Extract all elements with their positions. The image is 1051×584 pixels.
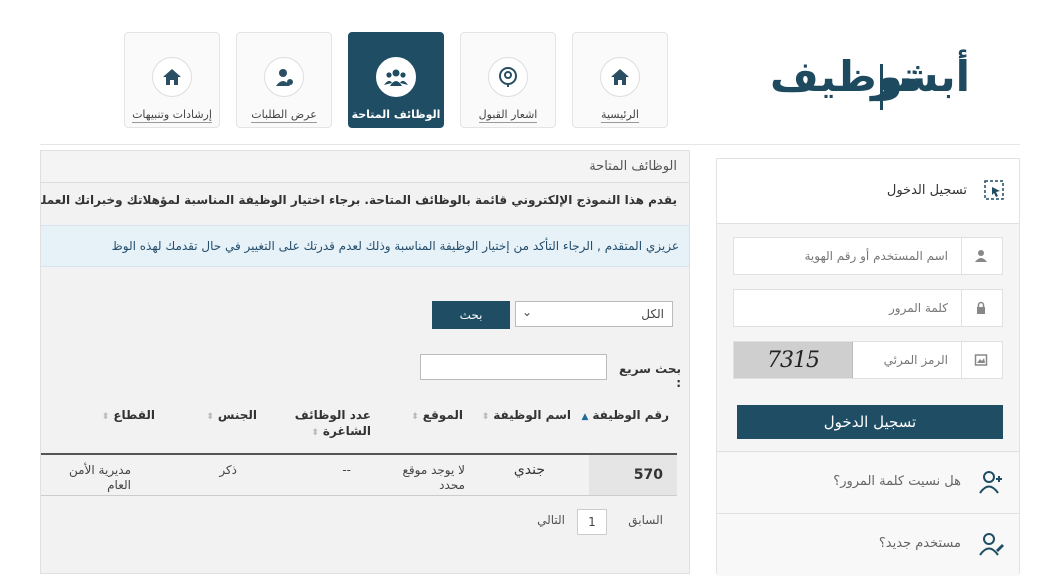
- password-field[interactable]: كلمة المرور: [733, 289, 1003, 327]
- col-job-name[interactable]: اسم الوظيفة⬍: [482, 407, 571, 425]
- password-placeholder: كلمة المرور: [888, 301, 948, 315]
- nav-home[interactable]: الرئيسية: [572, 32, 668, 128]
- nav-available-jobs[interactable]: الوظائف المتاحة: [348, 32, 444, 128]
- field-separator: [961, 342, 962, 378]
- nav-available-jobs-label: الوظائف المتاحة: [351, 108, 441, 121]
- table-row[interactable]: 570 جندي لا يوجد موقع محدد -- ذكر مديرية…: [41, 455, 677, 496]
- jobs-panel: الوظائف المتاحة يقدم هذا النموذج الإلكتر…: [40, 150, 690, 574]
- cell-job-name: جندي: [513, 462, 545, 478]
- category-filter-select[interactable]: الكل ⌄: [515, 301, 673, 327]
- pagination: السابق 1 التالي: [41, 503, 677, 543]
- notice-icon: [488, 57, 528, 97]
- cell-location: لا يوجد موقع محدد: [402, 463, 465, 492]
- login-header: تسجيل الدخول: [717, 159, 1019, 224]
- lock-icon: [977, 301, 985, 314]
- nav-view-requests-label: عرض الطلبات: [251, 108, 317, 123]
- sort-icon: ⬍: [411, 412, 419, 422]
- captcha-image: 7315: [734, 342, 853, 378]
- pager-page-1[interactable]: 1: [577, 509, 607, 535]
- forgot-password-label: هل نسيت كلمة المرور؟: [833, 474, 961, 489]
- sort-icon: ⬍: [206, 412, 214, 422]
- nav-guidance-label: إرشادات وتنبيهات: [132, 108, 212, 123]
- jobs-notice: عزيزي المتقدم , الرجاء التأكد من إختيار …: [41, 225, 689, 267]
- jobs-panel-title: الوظائف المتاحة: [41, 151, 689, 183]
- captcha-placeholder: الرمز المرئي: [883, 353, 948, 367]
- cell-vacancies: --: [342, 463, 351, 477]
- cell-gender: ذكر: [219, 463, 237, 477]
- login-button[interactable]: تسجيل الدخول: [737, 405, 1003, 439]
- quick-search-label: بحث سريع :: [618, 362, 681, 390]
- user-edit-icon: [979, 533, 1004, 556]
- col-job-number[interactable]: رقم الوظيفة▲: [581, 407, 669, 425]
- nav-guidance[interactable]: إرشادات وتنبيهات: [124, 32, 220, 128]
- search-button[interactable]: بحث: [432, 301, 510, 329]
- header: أبشر توظيف الرئيسية اشعار القبول الوظائف…: [40, 18, 1020, 145]
- jobs-intro-text: يقدم هذا النموذج الإلكتروني قائمة بالوظا…: [40, 193, 677, 207]
- col-gender[interactable]: الجنس⬍: [206, 407, 257, 425]
- col-location[interactable]: الموقع⬍: [411, 407, 463, 425]
- sort-icon: ⬍: [481, 412, 490, 422]
- page: أبشر توظيف الرئيسية اشعار القبول الوظائف…: [40, 18, 1020, 576]
- new-user-link[interactable]: مستخدم جديد؟: [717, 513, 1019, 576]
- nav-acceptance-label: اشعار القبول: [478, 108, 538, 123]
- jobs-table-header: رقم الوظيفة▲ اسم الوظيفة⬍ الموقع⬍ عدد ال…: [41, 397, 677, 455]
- field-separator: [961, 238, 962, 274]
- home-icon: [152, 57, 192, 97]
- user-icon: [975, 250, 987, 262]
- captcha-field[interactable]: الرمز المرئي 7315: [733, 341, 1003, 379]
- pager-next[interactable]: التالي: [537, 513, 565, 527]
- pager-prev[interactable]: السابق: [628, 513, 663, 527]
- add-user-icon: [979, 471, 1002, 494]
- forgot-password-link[interactable]: هل نسيت كلمة المرور؟: [717, 451, 1019, 514]
- username-field[interactable]: اسم المستخدم أو رقم الهوية: [733, 237, 1003, 275]
- sort-icon: ⬍: [311, 428, 319, 438]
- sort-asc-icon: ▲: [581, 412, 589, 422]
- sort-icon: ⬍: [101, 412, 110, 422]
- jobs-table: رقم الوظيفة▲ اسم الوظيفة⬍ الموقع⬍ عدد ال…: [41, 397, 677, 496]
- cell-job-number: 570: [589, 455, 677, 495]
- new-user-label: مستخدم جديد؟: [878, 536, 961, 551]
- nav-view-requests[interactable]: عرض الطلبات: [236, 32, 332, 128]
- image-icon: [974, 354, 988, 366]
- login-cursor-icon: [984, 180, 1004, 200]
- absher-tawzef-logo[interactable]: أبشر توظيف: [770, 38, 972, 118]
- chevron-down-icon: ⌄: [522, 305, 533, 319]
- field-separator: [961, 290, 962, 326]
- login-panel: تسجيل الدخول اسم المستخدم أو رقم الهوية …: [716, 158, 1020, 576]
- login-title: تسجيل الدخول: [886, 183, 967, 198]
- username-placeholder: اسم المستخدم أو رقم الهوية: [804, 249, 948, 263]
- nav-home-label: الرئيسية: [601, 108, 639, 123]
- logo-text-tawzef: توظيف: [770, 52, 921, 101]
- col-sector[interactable]: القطاع⬍: [102, 407, 155, 425]
- person-icon: [264, 57, 304, 97]
- cell-sector: مديرية الأمن العام: [68, 463, 131, 492]
- group-icon: [376, 57, 416, 97]
- quick-search-input[interactable]: [420, 354, 607, 380]
- category-filter-value: الكل: [641, 307, 664, 321]
- col-vacancies[interactable]: عدد الوظائف الشاغرة⬍: [293, 407, 371, 441]
- home-icon: [600, 57, 640, 97]
- nav-acceptance-notice[interactable]: اشعار القبول: [460, 32, 556, 128]
